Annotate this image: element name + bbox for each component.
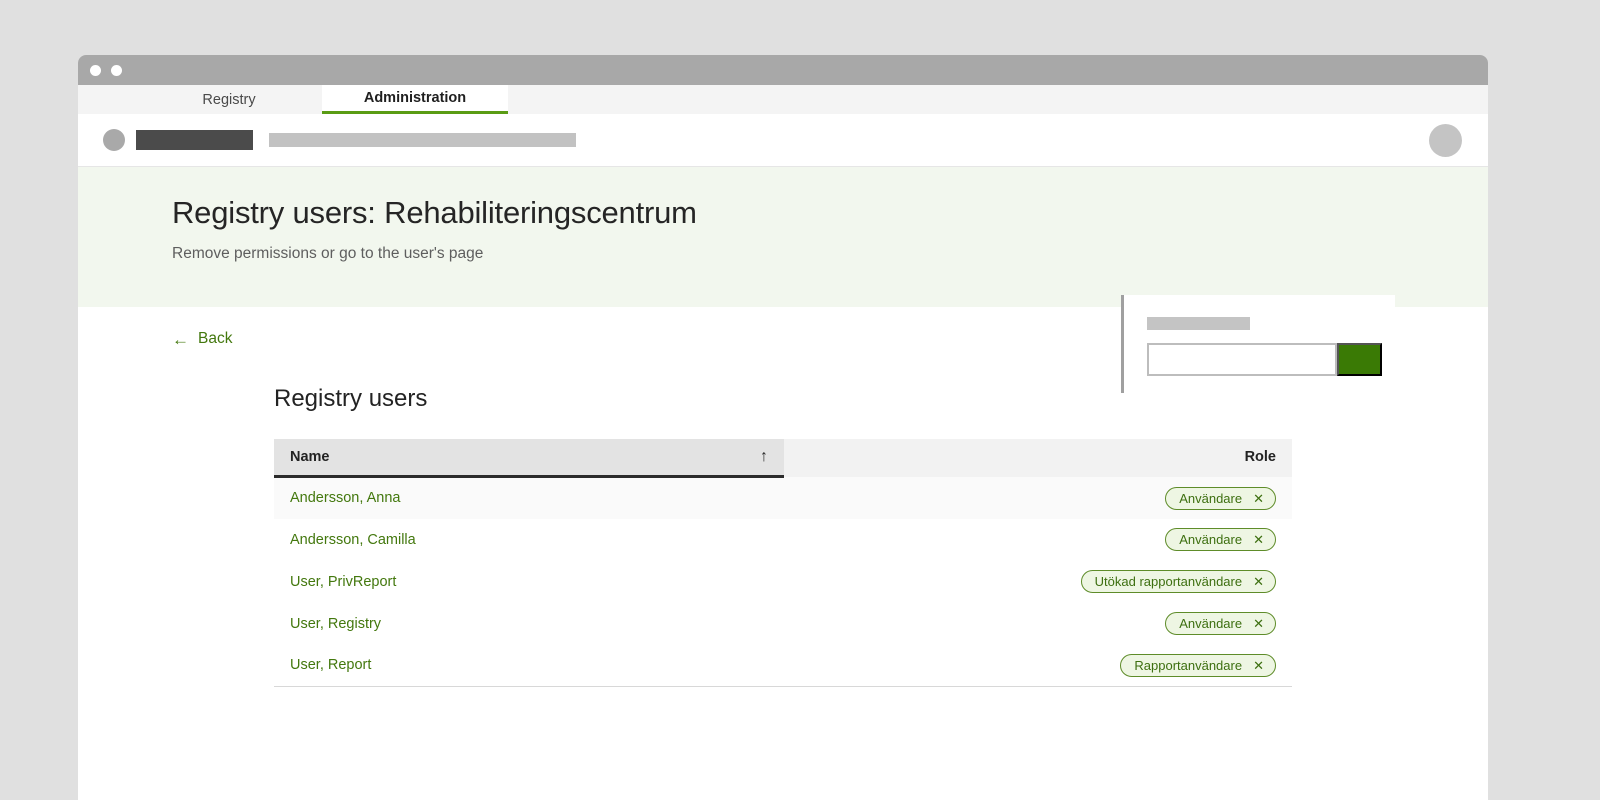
registry-users-table: Name ↑ Role Andersson, Anna Användare ✕ And… [274,438,1292,687]
browser-window: Registry Administration Registry users: … [78,55,1488,800]
role-chip[interactable]: Användare ✕ [1165,486,1276,510]
cell-user-name: User, Report [274,644,784,687]
back-link-label: Back [198,330,233,347]
role-chip-label: Användare [1179,490,1243,506]
navbar-menu-placeholder [269,133,576,147]
hero-text-block: Registry users: Rehabiliteringscentrum R… [78,167,697,263]
hero-search-panel [1121,295,1395,393]
column-header-role-label: Role [1244,448,1276,465]
user-name-link[interactable]: User, Report [290,657,371,673]
app-navbar [78,114,1488,167]
cell-user-role: Rapportanvändare ✕ [784,644,1292,687]
window-dot-1[interactable] [90,64,101,76]
tab-administration[interactable]: Administration [322,85,508,114]
user-name-link[interactable]: Andersson, Anna [290,490,400,506]
role-chip-label: Användare [1179,616,1243,631]
page-title: Registry users: Rehabiliteringscentrum [172,195,697,230]
table-header-row: Name ↑ Role [274,438,1292,478]
back-link[interactable]: ← Back [172,330,232,348]
tab-administration-label: Administration [363,90,467,106]
role-chip[interactable]: Användare ✕ [1165,612,1276,635]
cell-user-name: Andersson, Camilla [274,519,784,561]
browser-tab-strip: Registry Administration [78,85,1488,114]
cell-user-name: User, PrivReport [274,561,784,603]
role-chip-label: Utökad rapportanvändare [1094,574,1243,589]
close-icon[interactable]: ✕ [1253,492,1264,505]
search-panel-label-placeholder [1147,317,1250,330]
search-panel-row [1147,343,1395,376]
page-subtitle: Remove permissions or go to the user's p… [172,245,484,262]
tab-registry-label: Registry [202,91,256,108]
user-name-link[interactable]: User, PrivReport [290,574,396,590]
table-row[interactable]: User, PrivReport Utökad rapportanvändare ✕ [274,561,1292,603]
close-icon[interactable]: ✕ [1253,533,1264,546]
cell-user-role: Användare ✕ [784,519,1292,561]
table-row[interactable]: User, Report Rapportanvändare ✕ [274,644,1292,687]
role-chip[interactable]: Utökad rapportanvändare ✕ [1080,570,1276,593]
user-name-link[interactable]: Andersson, Camilla [290,532,416,548]
cell-user-role: Användare ✕ [784,476,1292,519]
navbar-logo-placeholder [103,129,125,151]
sort-ascending-icon[interactable]: ↑ [760,448,768,465]
column-header-name[interactable]: Name ↑ [274,438,784,478]
role-chip[interactable]: Användare ✕ [1165,528,1276,551]
role-chip[interactable]: Rapportanvändare ✕ [1120,653,1276,677]
table-head: Name ↑ Role [274,438,1292,478]
close-icon[interactable]: ✕ [1253,659,1264,672]
cell-user-role: Utökad rapportanvändare ✕ [784,561,1292,603]
page-hero-banner: Registry users: Rehabiliteringscentrum R… [78,167,1488,393]
user-name-link[interactable]: User, Registry [290,616,381,632]
avatar[interactable] [1429,123,1462,157]
close-icon[interactable]: ✕ [1253,575,1264,588]
column-header-role[interactable]: Role [784,438,1292,477]
navbar-brand-placeholder [136,130,253,150]
cell-user-name: User, Registry [274,603,784,645]
close-icon[interactable]: ✕ [1253,617,1264,630]
table-row[interactable]: Andersson, Anna Användare ✕ [274,476,1292,519]
column-header-name-label: Name [290,448,330,465]
search-input[interactable] [1147,343,1337,376]
tab-registry[interactable]: Registry [136,85,322,114]
table-body: Andersson, Anna Användare ✕ Andersson, Cami… [274,476,1292,687]
cell-user-name: Andersson, Anna [274,476,784,519]
browser-title-bar [78,55,1488,85]
table-row[interactable]: Andersson, Camilla Användare ✕ [274,519,1292,561]
role-chip-label: Användare [1179,532,1243,547]
search-button[interactable] [1337,343,1382,376]
role-chip-label: Rapportanvändare [1134,657,1243,673]
table-row[interactable]: User, Registry Användare ✕ [274,603,1292,645]
window-dot-2[interactable] [111,64,122,76]
arrow-left-icon: ← [172,329,189,349]
cell-user-role: Användare ✕ [784,603,1292,645]
